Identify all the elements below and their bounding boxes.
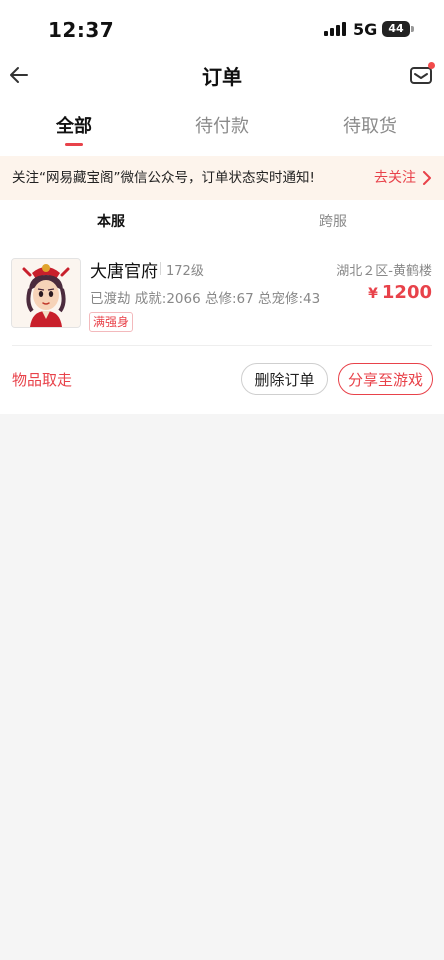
status-time: 12:37 (48, 18, 115, 42)
battery-tip (411, 26, 414, 32)
notification-dot (428, 62, 435, 69)
tab-pending-pickup[interactable]: 待取货 (296, 100, 444, 156)
order-card[interactable]: 大唐官府 172级 湖北２区-黄鹤楼 已渡劫 成就:2066 总修:67 总宠修… (0, 244, 444, 414)
order-tabs: 全部 待付款 待取货 (0, 100, 444, 156)
battery-icon: 44 (382, 21, 410, 37)
share-to-game-button[interactable]: 分享至游戏 (338, 363, 433, 395)
header-area: 12:37 5G 44 订单 全部 待付款 待取货 (0, 0, 444, 156)
character-stats: 已渡劫 成就:2066 总修:67 总宠修:43 (90, 291, 321, 307)
character-name: 大唐官府 (90, 262, 158, 282)
tab-same-server[interactable]: 本服 (0, 200, 222, 244)
delete-order-button[interactable]: 删除订单 (241, 363, 328, 395)
tab-all[interactable]: 全部 (0, 100, 148, 156)
wechat-notice-banner: 关注“网易藏宝阁”微信公众号，订单状态实时通知! 去关注 (0, 156, 444, 200)
tab-cross-server[interactable]: 跨服 (222, 200, 444, 244)
page-title: 订单 (202, 65, 242, 89)
battery-level: 44 (388, 22, 404, 35)
follow-link[interactable]: 去关注 (374, 156, 416, 200)
character-avatar[interactable] (11, 258, 81, 328)
attribute-tag: 满强身 (89, 312, 134, 332)
status-bar: 12:37 5G 44 (0, 0, 444, 50)
server-tabs: 本服 跨服 (0, 200, 444, 244)
notice-text: 关注“网易藏宝阁”微信公众号，订单状态实时通知! (12, 170, 315, 186)
price-symbol: ¥ (368, 286, 378, 302)
price-value: 1200 (381, 282, 432, 303)
order-status: 物品取走 (12, 371, 73, 389)
character-level: 172级 (166, 264, 204, 279)
server-name: 湖北２区-黄鹤楼 (336, 264, 432, 279)
tab-pending-payment[interactable]: 待付款 (148, 100, 296, 156)
order-price: ¥1200 (368, 282, 432, 303)
character-portrait-icon (12, 259, 80, 327)
chevron-right-icon[interactable] (422, 171, 432, 185)
network-label: 5G (353, 20, 378, 39)
signal-icon (324, 22, 346, 36)
divider (160, 262, 161, 275)
nav-bar: 订单 (0, 50, 444, 100)
card-divider (12, 345, 432, 346)
